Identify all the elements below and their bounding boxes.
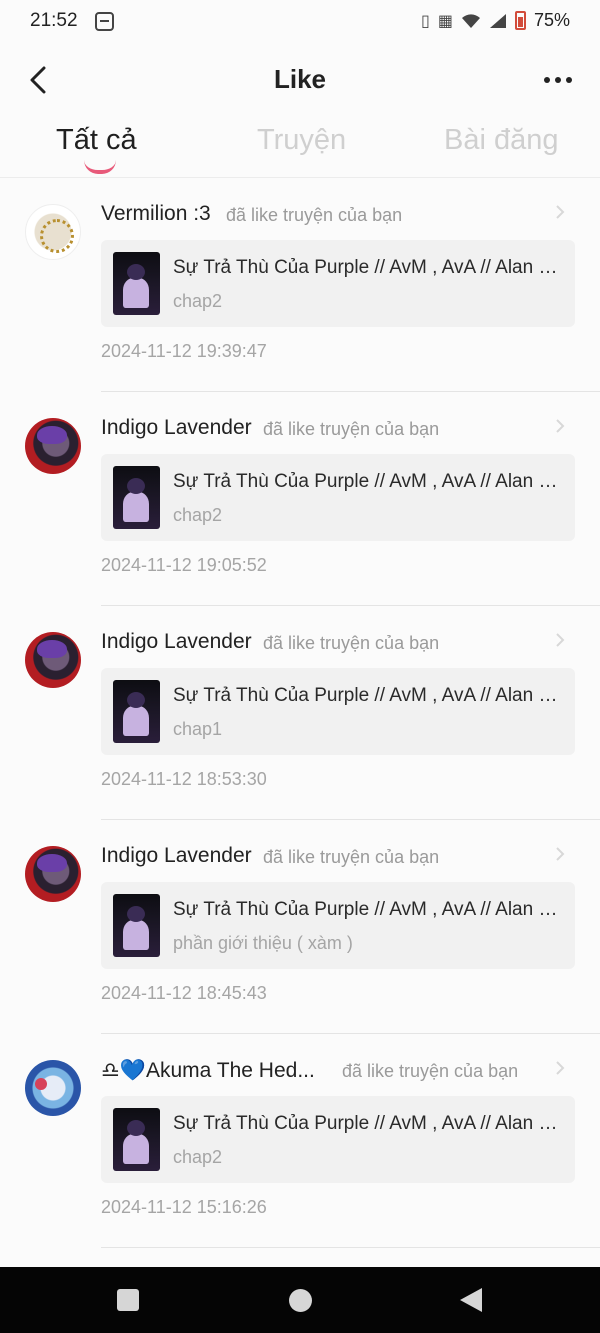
user-name[interactable]: Indigo Lavender xyxy=(101,630,252,654)
user-name[interactable]: ♎💙Akuma The Hed... xyxy=(101,1058,315,1083)
action-text: đã like truyện của bạn xyxy=(342,1061,519,1081)
recent-apps-button[interactable] xyxy=(117,1289,139,1311)
story-card[interactable]: Sự Trả Thù Của Purple // AvM , AvA // Al… xyxy=(101,454,575,541)
chapter-name: chap2 xyxy=(173,505,223,525)
story-card[interactable]: Sự Trả Thù Của Purple // AvM , AvA // Al… xyxy=(101,882,575,969)
back-arrow-icon xyxy=(30,66,46,94)
email-icon xyxy=(95,12,114,31)
system-nav-bar xyxy=(0,1267,600,1333)
avatar[interactable] xyxy=(25,846,81,902)
avatar[interactable] xyxy=(25,418,81,474)
chevron-right-icon xyxy=(552,416,568,436)
status-icons: ▯ ▦ 75% xyxy=(421,10,570,31)
user-name[interactable]: Indigo Lavender xyxy=(101,416,252,440)
tab-all[interactable]: Tất cả xyxy=(56,124,137,157)
story-title: Sự Trả Thù Của Purple // AvM , AvA // Al… xyxy=(173,1113,563,1134)
tab-bar: Tất cả Truyện Bài đăng xyxy=(0,118,600,178)
page-title: Like xyxy=(273,64,327,94)
story-card[interactable]: Sự Trả Thù Của Purple // AvM , AvA // Al… xyxy=(101,240,575,327)
avatar[interactable] xyxy=(25,1060,81,1116)
status-bar: 21:52 ▯ ▦ 75% xyxy=(0,0,600,46)
chevron-right-icon xyxy=(552,1058,568,1078)
timestamp: 2024-11-12 19:39:47 xyxy=(101,341,267,361)
story-title: Sự Trả Thù Của Purple // AvM , AvA // Al… xyxy=(173,685,563,706)
more-options-button[interactable] xyxy=(538,62,578,98)
action-text: đã like truyện của bạn xyxy=(263,633,440,653)
list-item[interactable]: Vermilion :3 đã like truyện của bạn Sự T… xyxy=(0,178,600,392)
back-button[interactable] xyxy=(18,60,58,100)
story-card[interactable]: Sự Trả Thù Của Purple // AvM , AvA // Al… xyxy=(101,668,575,755)
volte-icon: ▦ xyxy=(437,12,453,30)
home-button[interactable] xyxy=(289,1289,312,1312)
battery-percent: 75% xyxy=(533,10,570,30)
screen: 21:52 ▯ ▦ 75% Like Tất cả Truyện Bài đăn… xyxy=(0,0,600,1333)
story-title: Sự Trả Thù Của Purple // AvM , AvA // Al… xyxy=(173,899,563,920)
signal-icon xyxy=(489,13,506,28)
story-cover-image xyxy=(113,680,160,743)
timestamp: 2024-11-12 19:05:52 xyxy=(101,555,267,575)
story-cover-image xyxy=(113,252,160,315)
chevron-right-icon xyxy=(552,844,568,864)
story-cover-image xyxy=(113,466,160,529)
divider xyxy=(101,1247,600,1248)
header: Like xyxy=(0,50,600,110)
action-text: đã like truyện của bạn xyxy=(263,847,440,867)
active-tab-indicator xyxy=(84,160,116,174)
avatar[interactable] xyxy=(25,204,81,260)
chapter-name: phần giới thiệu ( xàm ) xyxy=(173,933,353,953)
status-time: 21:52 xyxy=(30,10,78,31)
more-dots-icon xyxy=(544,77,572,83)
list-item[interactable]: Indigo Lavender đã like truyện của bạn S… xyxy=(0,820,600,1034)
tab-posts[interactable]: Bài đăng xyxy=(444,124,559,157)
action-text: đã like truyện của bạn xyxy=(263,419,440,439)
vibrate-icon: ▯ xyxy=(421,12,430,30)
story-title: Sự Trả Thù Của Purple // AvM , AvA // Al… xyxy=(173,471,563,492)
chevron-right-icon xyxy=(552,202,568,222)
chevron-right-icon xyxy=(552,630,568,650)
list-item[interactable]: ♎💙Akuma The Hed... đã like truyện của bạ… xyxy=(0,1034,600,1248)
list-item[interactable]: Indigo Lavender đã like truyện của bạn S… xyxy=(0,606,600,820)
list-item[interactable]: Indigo Lavender đã like truyện của bạn S… xyxy=(0,392,600,606)
story-cover-image xyxy=(113,1108,160,1171)
user-name[interactable]: Vermilion :3 xyxy=(101,202,211,226)
user-name[interactable]: Indigo Lavender xyxy=(101,844,252,868)
story-title: Sự Trả Thù Của Purple // AvM , AvA // Al… xyxy=(173,257,563,278)
timestamp: 2024-11-12 18:53:30 xyxy=(101,769,267,789)
action-text: đã like truyện của bạn xyxy=(226,205,403,225)
system-back-button[interactable] xyxy=(460,1288,482,1312)
tab-stories[interactable]: Truyện xyxy=(257,124,346,157)
timestamp: 2024-11-12 15:16:26 xyxy=(101,1197,267,1217)
chapter-name: chap2 xyxy=(173,291,223,311)
timestamp: 2024-11-12 18:45:43 xyxy=(101,983,267,1003)
chapter-name: chap2 xyxy=(173,1147,223,1167)
story-cover-image xyxy=(113,894,160,957)
battery-icon xyxy=(514,11,526,30)
avatar[interactable] xyxy=(25,632,81,688)
story-card[interactable]: Sự Trả Thù Của Purple // AvM , AvA // Al… xyxy=(101,1096,575,1183)
chapter-name: chap1 xyxy=(173,719,223,739)
wifi-icon xyxy=(461,13,480,28)
